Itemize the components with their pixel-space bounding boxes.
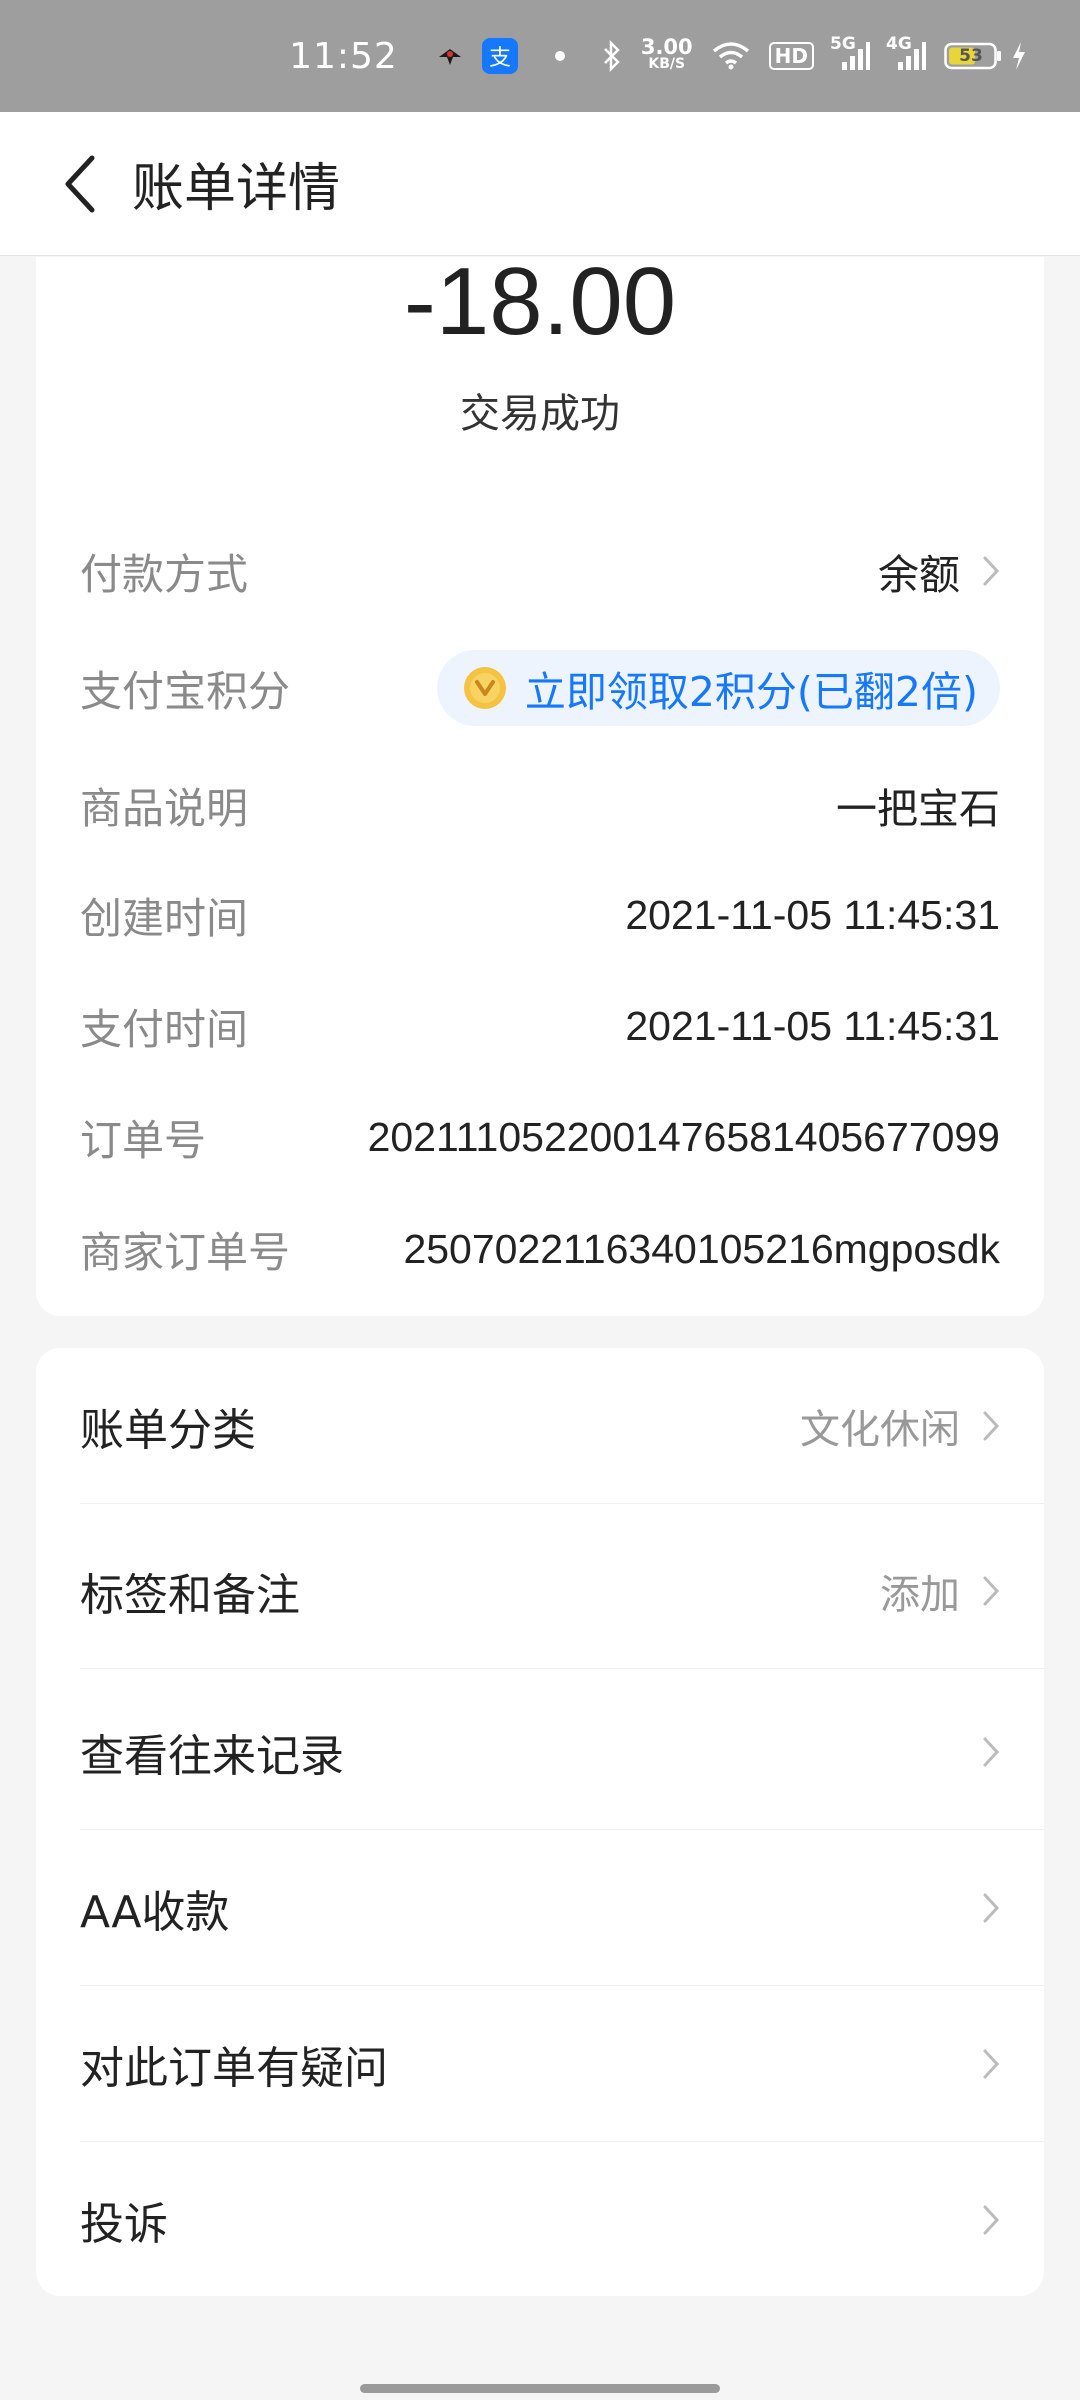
status-time: 11:52 [289,35,398,77]
wifi-icon [711,41,751,71]
points-label: 支付宝积分 [80,666,291,716]
signal-4g-icon: 4G [886,34,926,72]
transaction-history-row[interactable]: 查看往来记录 [80,1674,1044,1830]
points-coin-icon [463,667,506,709]
dot-icon [554,50,566,62]
tags-notes-value: 添加 [880,1572,960,1618]
trade-status: 交易成功 [460,391,620,437]
aa-collection-label: AA收款 [80,1887,230,1938]
points-row: 支付宝积分 立即领取2积分(已翻2倍) [80,648,1000,728]
back-button[interactable] [30,134,130,234]
merchant-order-row: 商家订单号 2507022116340105216mgposdk [80,1209,1000,1289]
bill-category-value: 文化休闲 [800,1407,960,1453]
chevron-right-icon [982,1410,1000,1442]
action-menu-card: 账单分类 文化休闲 标签和备注 添加 查看往来记录 AA收款 对此订单有疑问 投… [36,1348,1044,2296]
net-speed: 3.00 KB/S [640,35,693,73]
signal-5g-icon: 5G [830,34,870,72]
chevron-right-icon [982,1736,1000,1768]
bill-detail-card: -18.00 交易成功 付款方式 余额 支付宝积分 立即领取2积分(已翻2倍) … [36,248,1044,1316]
svg-text:支: 支 [489,46,511,71]
paid-time-value: 2021-11-05 11:45:31 [625,1002,1000,1049]
charging-icon [1011,41,1027,71]
header: 账单详情 [0,112,1080,256]
merchant-order-label: 商家订单号 [80,1227,291,1277]
created-time-value: 2021-11-05 11:45:31 [625,891,1000,938]
tags-notes-row[interactable]: 标签和备注 添加 [80,1513,1044,1669]
bluetooth-icon [601,40,623,72]
order-question-label: 对此订单有疑问 [80,2043,388,2094]
bill-category-row[interactable]: 账单分类 文化休闲 [80,1348,1044,1504]
order-question-row[interactable]: 对此订单有疑问 [80,1986,1044,2142]
product-label: 商品说明 [80,783,249,833]
battery-icon: 53 [944,41,1002,71]
tags-notes-label: 标签和备注 [80,1570,300,1621]
created-time-row: 创建时间 2021-11-05 11:45:31 [80,875,1000,955]
amount: -18.00 [403,248,677,355]
created-time-label: 创建时间 [80,893,249,943]
bill-category-label: 账单分类 [80,1405,256,1456]
aa-collection-row[interactable]: AA收款 [80,1830,1044,1986]
claim-points-button[interactable]: 立即领取2积分(已翻2倍) [436,650,1000,726]
complaint-label: 投诉 [80,2199,168,2250]
app-notification-icon [437,45,463,67]
paid-time-label: 支付时间 [80,1004,249,1054]
chevron-right-icon [982,1892,1000,1924]
chevron-left-icon [65,155,95,212]
payment-method-label: 付款方式 [80,549,249,599]
product-row: 商品说明 一把宝石 [80,765,1000,845]
chevron-right-icon [982,1575,1000,1607]
points-value: 立即领取2积分(已翻2倍) [524,668,978,716]
chevron-right-icon [982,2048,1000,2080]
status-bar: 11:52 支 3.00 KB/S HD 5G 4G 53 [0,0,1080,112]
product-value: 一把宝石 [836,785,1000,833]
chevron-right-icon [982,555,1000,587]
hd-icon: HD [768,42,814,70]
chevron-right-icon [982,2204,1000,2236]
home-indicator[interactable] [360,2384,720,2393]
transaction-history-label: 查看往来记录 [80,1731,344,1782]
payment-method-value: 余额 [878,551,960,599]
merchant-order-value: 2507022116340105216mgposdk [403,1225,1000,1272]
complaint-row[interactable]: 投诉 [80,2142,1000,2298]
paid-time-row: 支付时间 2021-11-05 11:45:31 [80,986,1000,1066]
order-number-label: 订单号 [80,1115,207,1165]
payment-method-row[interactable]: 付款方式 余额 [80,531,1000,611]
alipay-icon: 支 [481,37,519,75]
order-number-value: 2021110522001476581405677099 [367,1113,1000,1160]
page-title: 账单详情 [132,159,341,219]
order-number-row: 订单号 2021110522001476581405677099 [80,1097,1000,1177]
